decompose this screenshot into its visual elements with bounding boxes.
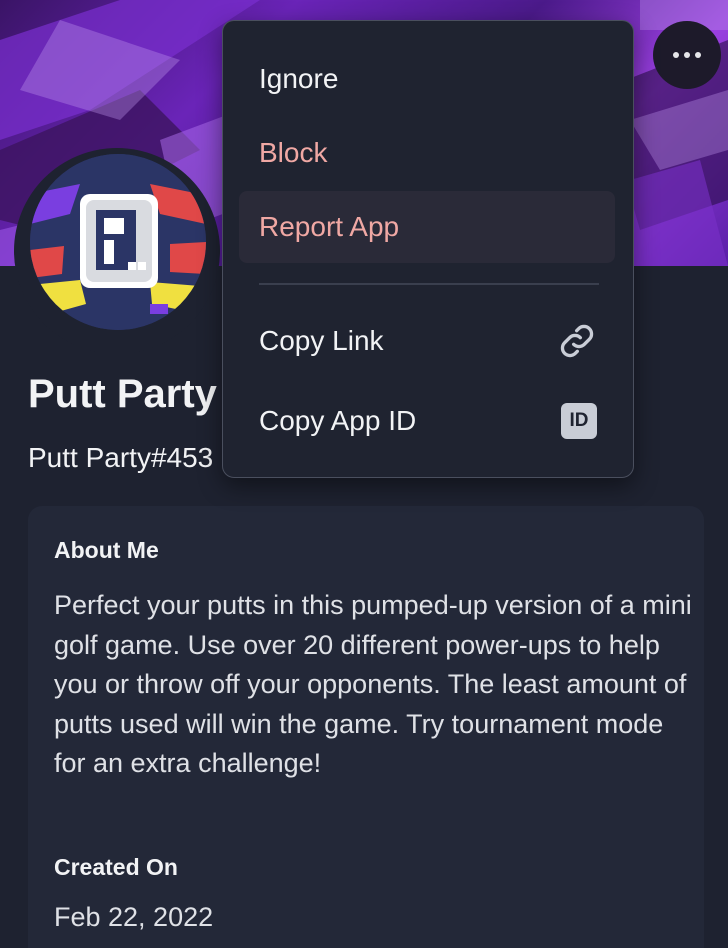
more-options-icon-dot	[695, 52, 701, 58]
more-options-icon-dot	[684, 52, 690, 58]
menu-item-block[interactable]: Block	[239, 117, 615, 189]
link-icon	[560, 324, 594, 358]
menu-item-ignore[interactable]: Ignore	[239, 43, 615, 115]
more-options-icon	[673, 52, 679, 58]
menu-item-label: Report App	[259, 211, 400, 242]
created-title: Created On	[54, 854, 178, 880]
context-menu: Ignore Block Report App Copy Link Copy A…	[222, 20, 634, 478]
more-options-button[interactable]	[653, 21, 721, 89]
menu-item-label: Copy Link	[259, 325, 384, 356]
id-icon: ID	[561, 403, 597, 439]
menu-separator	[259, 283, 599, 285]
putt-party-logo	[30, 154, 206, 330]
menu-item-report-app[interactable]: Report App	[239, 191, 615, 263]
avatar[interactable]	[30, 154, 206, 330]
created-date: Feb 22, 2022	[54, 902, 214, 932]
menu-item-copy-link[interactable]: Copy Link	[239, 305, 615, 377]
app-profile-page: Putt Party Putt Party#453 About Me Perfe…	[0, 0, 728, 948]
menu-item-label: Copy App ID	[259, 405, 417, 436]
profile-name: Putt Party	[28, 372, 217, 416]
menu-item-label: Block	[259, 137, 328, 168]
about-title: About Me	[54, 537, 159, 563]
profile-tag: Putt Party#453	[28, 442, 214, 473]
menu-item-label: Ignore	[259, 63, 339, 94]
about-text: Perfect your putts in this pumped-up ver…	[54, 590, 692, 778]
menu-item-copy-app-id[interactable]: Copy App ID ID	[239, 385, 615, 457]
